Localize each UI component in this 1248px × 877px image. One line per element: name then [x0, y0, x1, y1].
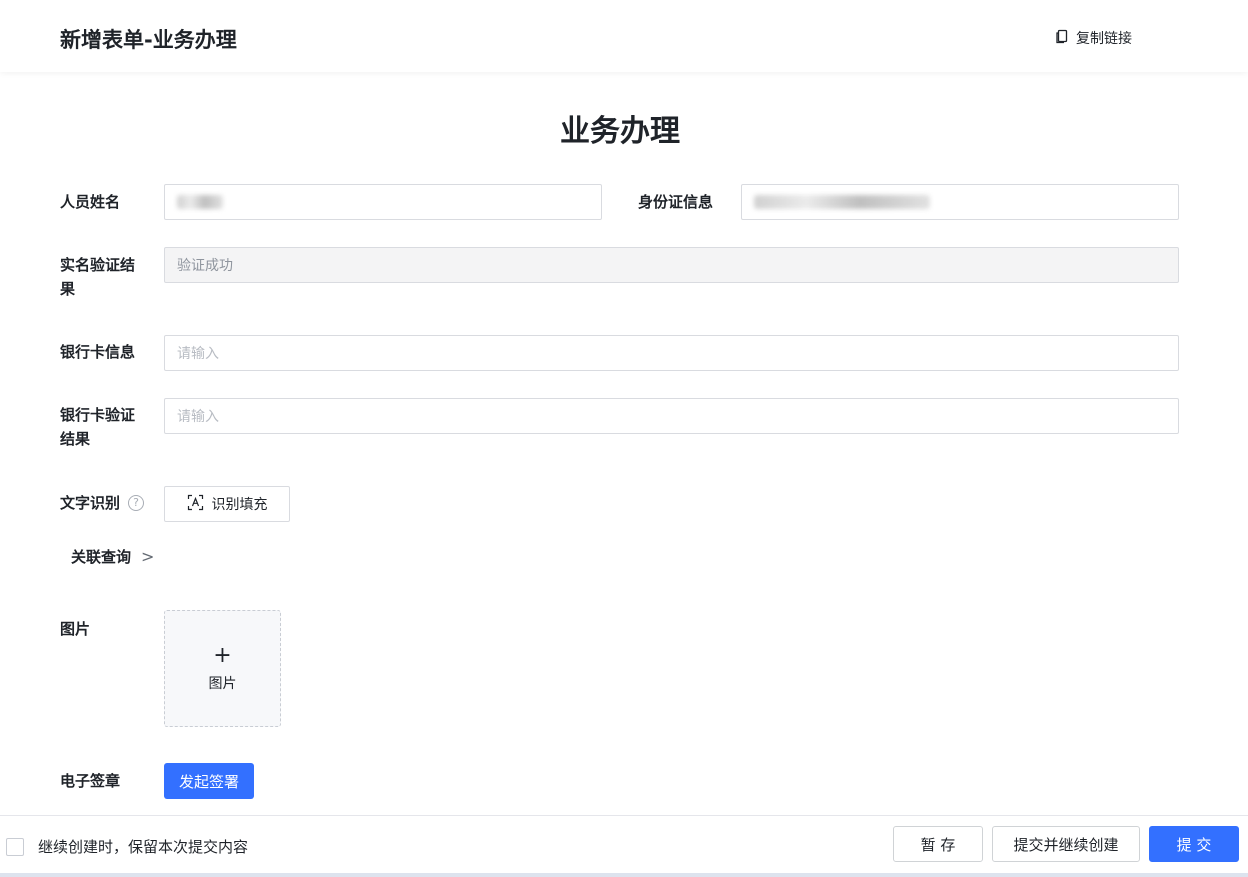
bank-verify-label: 银行卡验证 结果	[60, 406, 136, 448]
verify-result-label: 实名验证结 果	[60, 256, 136, 298]
verify-result-value: 验证成功	[177, 258, 233, 274]
page-title: 新增表单-业务办理	[60, 28, 237, 52]
footer-bottom-edge	[0, 873, 1248, 877]
verify-result-field: 验证成功	[164, 247, 1179, 283]
scan-text-icon	[187, 494, 204, 515]
id-info-input[interactable]	[741, 184, 1179, 220]
help-icon[interactable]: ?	[128, 495, 144, 511]
keep-content-label: 继续创建时，保留本次提交内容	[38, 838, 249, 856]
plus-icon: +	[213, 642, 232, 668]
bank-verify-input[interactable]: 请输入	[164, 398, 1179, 434]
form-title: 业务办理	[560, 114, 680, 149]
footer-bar: 继续创建时，保留本次提交内容 暂 存 提交并继续创建 提 交	[0, 815, 1248, 877]
save-draft-button[interactable]: 暂 存	[893, 826, 983, 862]
submit-button[interactable]: 提 交	[1149, 826, 1239, 862]
chevron-right-icon: >	[141, 547, 155, 566]
submit-and-continue-button[interactable]: 提交并继续创建	[992, 826, 1140, 862]
start-sign-button[interactable]: 发起签署	[164, 763, 254, 799]
ocr-fill-button[interactable]: 识别填充	[164, 486, 290, 522]
bank-verify-placeholder: 请输入	[177, 409, 219, 425]
copy-link-label: 复制链接	[1076, 31, 1132, 47]
ocr-label: 文字识别	[60, 494, 121, 512]
name-value-redacted	[177, 195, 223, 209]
associated-query-label: 关联查询	[71, 548, 132, 566]
keep-content-option: 继续创建时，保留本次提交内容	[6, 836, 248, 857]
esign-label: 电子签章	[60, 772, 121, 790]
bank-card-label: 银行卡信息	[60, 343, 136, 361]
name-input[interactable]	[164, 184, 602, 220]
associated-query-toggle[interactable]: 关联查询 >	[71, 546, 154, 567]
bank-card-placeholder: 请输入	[177, 346, 219, 362]
keep-content-checkbox[interactable]	[6, 837, 24, 856]
id-value-redacted	[754, 195, 930, 209]
bank-card-input[interactable]: 请输入	[164, 335, 1179, 371]
image-upload-label: 图片	[208, 675, 237, 692]
id-info-label: 身份证信息	[638, 193, 714, 211]
ocr-fill-button-label: 识别填充	[211, 497, 268, 513]
header-bar: 新增表单-业务办理 复制链接	[0, 0, 1248, 72]
name-label: 人员姓名	[60, 193, 121, 211]
copy-icon	[1054, 28, 1070, 48]
copy-link-button[interactable]: 复制链接	[1054, 27, 1132, 49]
image-label: 图片	[60, 620, 91, 638]
image-upload-area[interactable]: + 图片	[164, 610, 281, 727]
